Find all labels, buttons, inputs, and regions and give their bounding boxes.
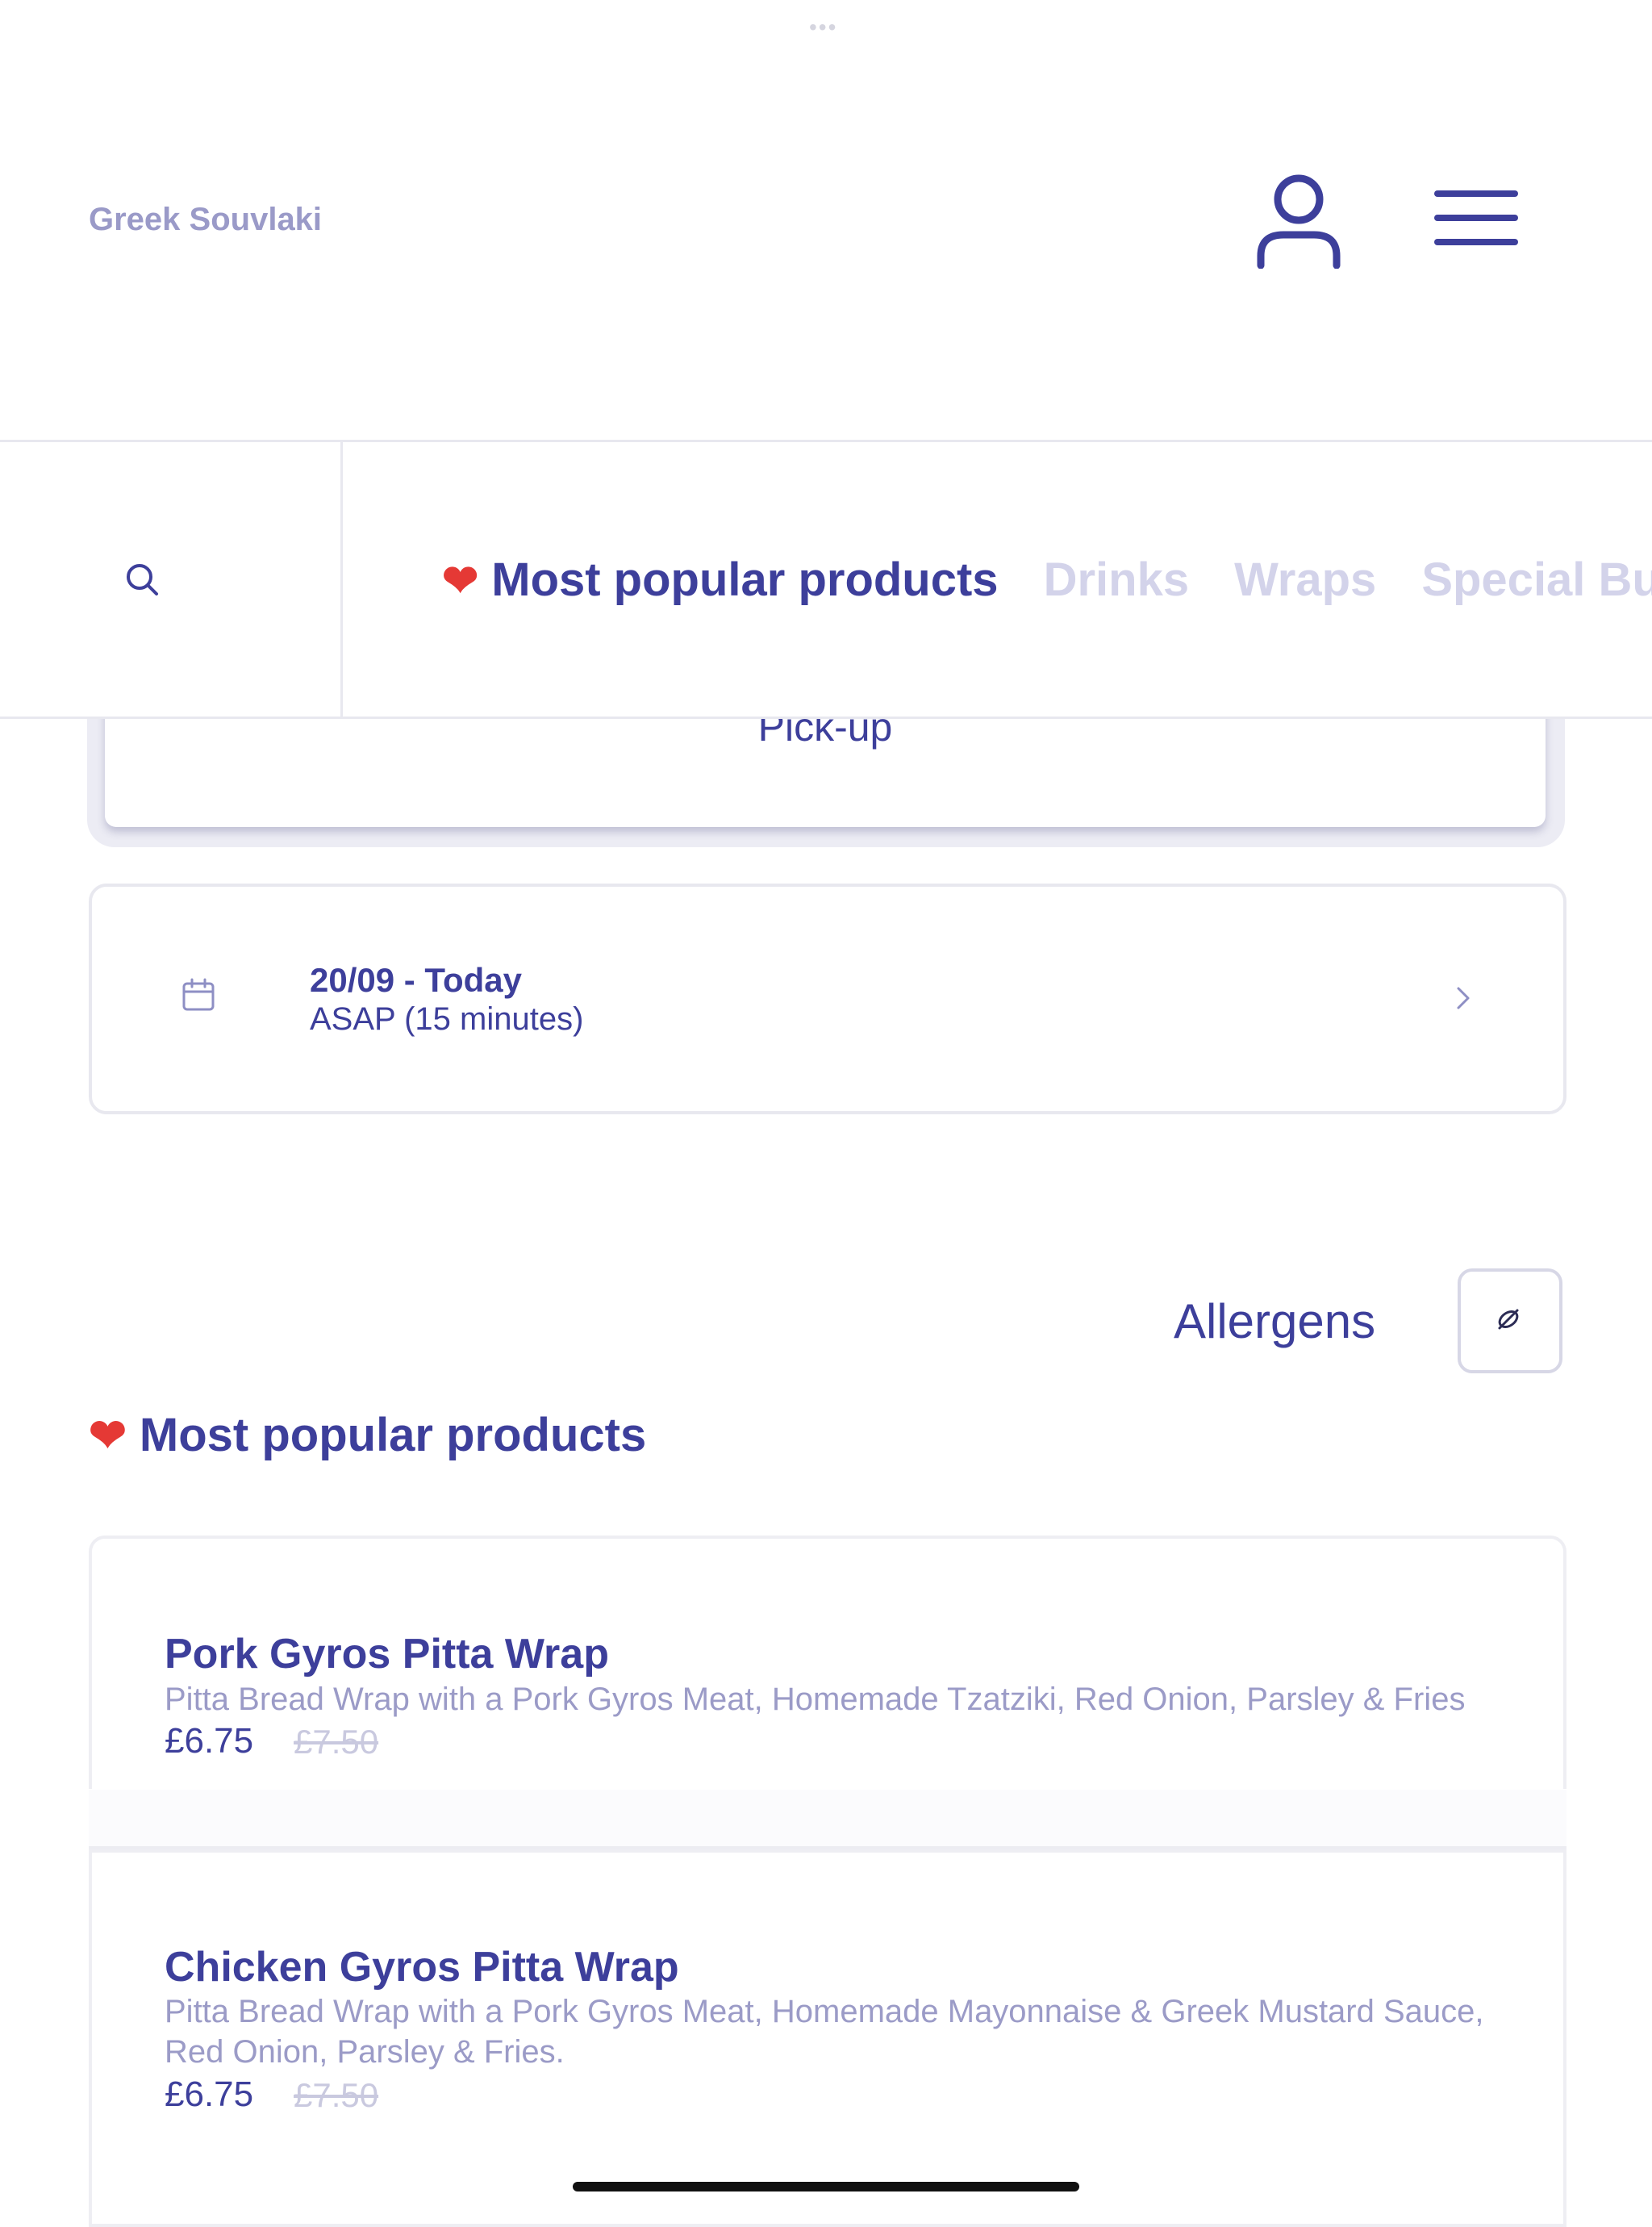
product-card[interactable]: Pork Gyros Pitta Wrap Pitta Bread Wrap w…	[89, 1536, 1566, 1789]
pickup-time: ASAP (15 minutes)	[310, 1001, 584, 1037]
search-button[interactable]	[0, 442, 343, 717]
tab-wraps[interactable]: Wraps	[1234, 553, 1376, 607]
product-old-price: £7.50	[294, 2076, 379, 2114]
product-price: £6.75	[165, 1721, 254, 1761]
product-old-price: £7.50	[294, 1723, 379, 1761]
section-title: Most popular products	[139, 1409, 647, 1461]
chevron-right-icon	[1457, 987, 1470, 1009]
category-bar: ❤ Most popular products Drinks Wraps Spec…	[0, 440, 1652, 719]
product-name: Pork Gyros Pitta Wrap	[165, 1631, 609, 1678]
pickup-date: 20/09 - Today	[310, 961, 522, 999]
product-card[interactable]: Chicken Gyros Pitta Wrap Pitta Bread Wra…	[89, 1849, 1566, 2227]
tab-label: Most popular products	[491, 553, 999, 606]
product-price: £6.75	[165, 2074, 254, 2114]
tab-drinks[interactable]: Drinks	[1044, 553, 1190, 607]
product-description: Pitta Bread Wrap with a Pork Gyros Meat,…	[165, 1682, 1466, 1717]
pickup-time-selector[interactable]: 20/09 - Today ASAP (15 minutes)	[89, 884, 1566, 1114]
allergens-label: Allergens	[1174, 1294, 1376, 1348]
home-indicator[interactable]	[573, 2182, 1079, 2191]
allergen-filter-icon	[1498, 1309, 1519, 1330]
category-tabs: ❤ Most popular products Drinks Wraps Spec…	[442, 442, 1652, 717]
heart-icon: ❤	[89, 1410, 127, 1460]
product-name: Chicken Gyros Pitta Wrap	[165, 1944, 679, 1991]
section-heading: ❤ Most popular products	[89, 1408, 646, 1462]
menu-icon[interactable]	[1434, 189, 1518, 247]
search-icon	[127, 564, 158, 595]
product-description: Pitta Bread Wrap with a Pork Gyros Meat,…	[165, 1994, 1484, 2070]
restaurant-name[interactable]: Greek Souvlaki	[89, 202, 322, 238]
user-icon[interactable]	[1254, 172, 1343, 269]
heart-icon: ❤	[442, 556, 479, 605]
drag-handle[interactable]: •••	[809, 15, 837, 40]
divider	[89, 1790, 1566, 1849]
calendar-icon	[182, 978, 215, 1011]
tab-special-burgers[interactable]: Special Bu	[1421, 553, 1652, 607]
allergens-button[interactable]	[1458, 1268, 1562, 1373]
tab-most-popular[interactable]: ❤ Most popular products	[442, 553, 999, 607]
